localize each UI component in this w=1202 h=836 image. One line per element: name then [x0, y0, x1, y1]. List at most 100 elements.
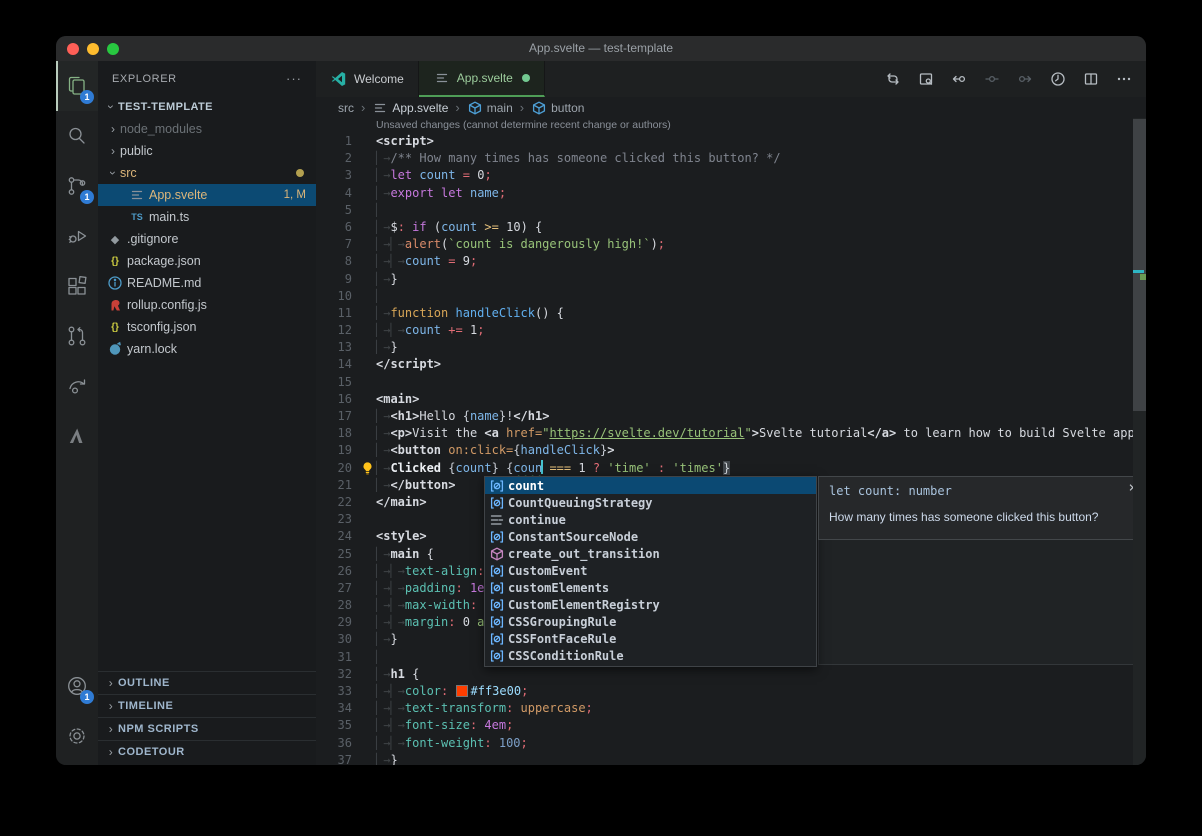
run-timer-icon[interactable]	[1050, 71, 1066, 87]
file-label: .gitignore	[127, 232, 178, 246]
tree-item-tsconfig.json[interactable]: {}tsconfig.json	[98, 316, 316, 338]
code-line[interactable]: 7▏→▏→alert(`count is dangerously high!`)…	[316, 236, 1146, 253]
breadcrumb-item-app-svelte[interactable]: ›App.svelte	[354, 100, 448, 116]
codelens-annotation[interactable]: Unsaved changes (cannot determine recent…	[316, 118, 1146, 133]
code-line[interactable]: 2▏→/** How many times has someone clicke…	[316, 150, 1146, 167]
code-line[interactable]: 13▏→}	[316, 339, 1146, 356]
activity-run-debug-icon[interactable]	[56, 211, 98, 261]
suggestion-item-count[interactable]: count	[485, 477, 816, 494]
tree-item-src[interactable]: ›src	[98, 162, 316, 184]
section-timeline[interactable]: ›TIMELINE	[98, 694, 316, 717]
activity-azure-icon[interactable]	[56, 411, 98, 461]
breadcrumb-label: src	[338, 101, 354, 115]
code-line[interactable]: 12▏→▏→count += 1;	[316, 322, 1146, 339]
scrollbar[interactable]	[1133, 118, 1146, 765]
code-line[interactable]: 19▏→<button on:click={handleClick}>	[316, 442, 1146, 459]
file-label: package.json	[127, 254, 201, 268]
suggestion-item-create_out_transition[interactable]: create_out_transition	[485, 545, 816, 562]
breadcrumb-item-main[interactable]: ›main	[448, 100, 512, 116]
code-text: ▏→let count = 0;	[376, 167, 492, 184]
code-line[interactable]: 5▏	[316, 202, 1146, 219]
code-line[interactable]: 37▏→}	[316, 752, 1146, 765]
code-line[interactable]: 36▏→▏→font-weight: 100;	[316, 735, 1146, 752]
line-number: 27	[316, 580, 352, 597]
titlebar[interactable]: App.svelte — test-template	[56, 36, 1146, 61]
activity-github-pr-icon[interactable]	[56, 311, 98, 361]
line-number: 23	[316, 511, 352, 528]
suggestion-item-CustomElementRegistry[interactable]: CustomElementRegistry	[485, 596, 816, 613]
suggestion-item-ConstantSourceNode[interactable]: ConstantSourceNode	[485, 528, 816, 545]
more-actions-icon[interactable]	[1116, 71, 1132, 87]
activity-settings-icon[interactable]	[56, 711, 98, 761]
breadcrumb-item-button[interactable]: ›button	[513, 100, 585, 116]
open-preview-icon[interactable]	[918, 71, 934, 87]
suggestion-item-CustomEvent[interactable]: CustomEvent	[485, 562, 816, 579]
suggestion-item-CSSConditionRule[interactable]: CSSConditionRule	[485, 647, 816, 664]
tree-item-public[interactable]: ›public	[98, 140, 316, 162]
sidebar-title: EXPLORER	[112, 73, 177, 85]
code-line[interactable]: 14</script>	[316, 356, 1146, 373]
code-line[interactable]: 6▏→$: if (count >= 10) {	[316, 219, 1146, 236]
code-text: ▏→<button on:click={handleClick}>	[376, 442, 614, 459]
lightbulb-icon[interactable]	[360, 461, 375, 476]
code-line[interactable]: 35▏→▏→font-size: 4em;	[316, 717, 1146, 734]
code-line[interactable]: 33▏→▏→color: #ff3e00;	[316, 683, 1146, 700]
activity-explorer-icon[interactable]: 1	[56, 61, 98, 111]
code-line[interactable]: 18▏→<p>Visit the <a href="https://svelte…	[316, 425, 1146, 442]
nav-position-icon[interactable]	[984, 71, 1000, 87]
tree-item-package.json[interactable]: {}package.json	[98, 250, 316, 272]
code-text: ▏→export let name;	[376, 185, 506, 202]
code-text: ▏→Clicked {count} {coun === 1 ? 'time' :…	[376, 460, 730, 477]
tab-app-svelte[interactable]: App.svelte	[419, 61, 545, 97]
code-line[interactable]: 17▏→<h1>Hello {name}!</h1>	[316, 408, 1146, 425]
symbol-variable-icon	[488, 563, 505, 579]
workspace-root-row[interactable]: › TEST-TEMPLATE	[98, 96, 316, 118]
explorer-actions-icon[interactable]: ···	[286, 71, 302, 86]
tree-item-rollup.config.js[interactable]: rollup.config.js	[98, 294, 316, 316]
code-line[interactable]: 8▏→▏→count = 9;	[316, 253, 1146, 270]
code-text: ▏→▏→padding: 1em	[376, 580, 492, 597]
activity-search-icon[interactable]	[56, 111, 98, 161]
open-changes-icon[interactable]	[885, 71, 901, 87]
tree-item-.gitignore[interactable]: ◆.gitignore	[98, 228, 316, 250]
symbol-variable-icon	[488, 580, 505, 596]
breadcrumb-item-src[interactable]: src	[338, 101, 354, 115]
tree-item-node_modules[interactable]: ›node_modules	[98, 118, 316, 140]
code-line[interactable]: 10▏	[316, 288, 1146, 305]
badge: 1	[80, 690, 94, 704]
code-line[interactable]: 9▏→}	[316, 271, 1146, 288]
suggestion-item-CSSFontFaceRule[interactable]: CSSFontFaceRule	[485, 630, 816, 647]
tree-item-main.ts[interactable]: TSmain.ts	[98, 206, 316, 228]
nav-forward-icon[interactable]	[1017, 71, 1033, 87]
activity-extensions-icon[interactable]	[56, 261, 98, 311]
nav-back-icon[interactable]	[951, 71, 967, 87]
section-outline[interactable]: ›OUTLINE	[98, 671, 316, 694]
suggestion-item-customElements[interactable]: customElements	[485, 579, 816, 596]
code-line[interactable]: 20▏→Clicked {count} {coun === 1 ? 'time'…	[316, 460, 1146, 477]
suggestion-item-CountQueuingStrategy[interactable]: CountQueuingStrategy	[485, 494, 816, 511]
code-line[interactable]: 3▏→let count = 0;	[316, 167, 1146, 184]
code-line[interactable]: 1<script>	[316, 133, 1146, 150]
section-npm-scripts[interactable]: ›NPM SCRIPTS	[98, 717, 316, 740]
code-line[interactable]: 16<main>	[316, 391, 1146, 408]
tree-item-yarn.lock[interactable]: yarn.lock	[98, 338, 316, 360]
activity-accounts-icon[interactable]: 1	[56, 661, 98, 711]
code-line[interactable]: 15	[316, 374, 1146, 391]
line-number: 16	[316, 391, 352, 408]
code-line[interactable]: 4▏→export let name;	[316, 185, 1146, 202]
section-codetour[interactable]: ›CODETOUR	[98, 740, 316, 763]
code-line[interactable]: 34▏→▏→text-transform: uppercase;	[316, 700, 1146, 717]
activity-source-control-icon[interactable]: 1	[56, 161, 98, 211]
code-line[interactable]: 32▏→h1 {	[316, 666, 1146, 683]
split-editor-icon[interactable]	[1083, 71, 1099, 87]
tree-item-README.md[interactable]: README.md	[98, 272, 316, 294]
code-line[interactable]: 11▏→function handleClick() {	[316, 305, 1146, 322]
suggestion-item-continue[interactable]: continue	[485, 511, 816, 528]
code-editor[interactable]: Unsaved changes (cannot determine recent…	[316, 118, 1146, 765]
scrollbar-slider[interactable]	[1133, 119, 1146, 411]
tab-welcome[interactable]: Welcome	[316, 61, 419, 97]
suggestion-item-CSSGroupingRule[interactable]: CSSGroupingRule	[485, 613, 816, 630]
activity-live-share-icon[interactable]	[56, 361, 98, 411]
tree-item-App.svelte[interactable]: App.svelte1, M	[98, 184, 316, 206]
code-text: ▏→▏→count += 1;	[376, 322, 484, 339]
